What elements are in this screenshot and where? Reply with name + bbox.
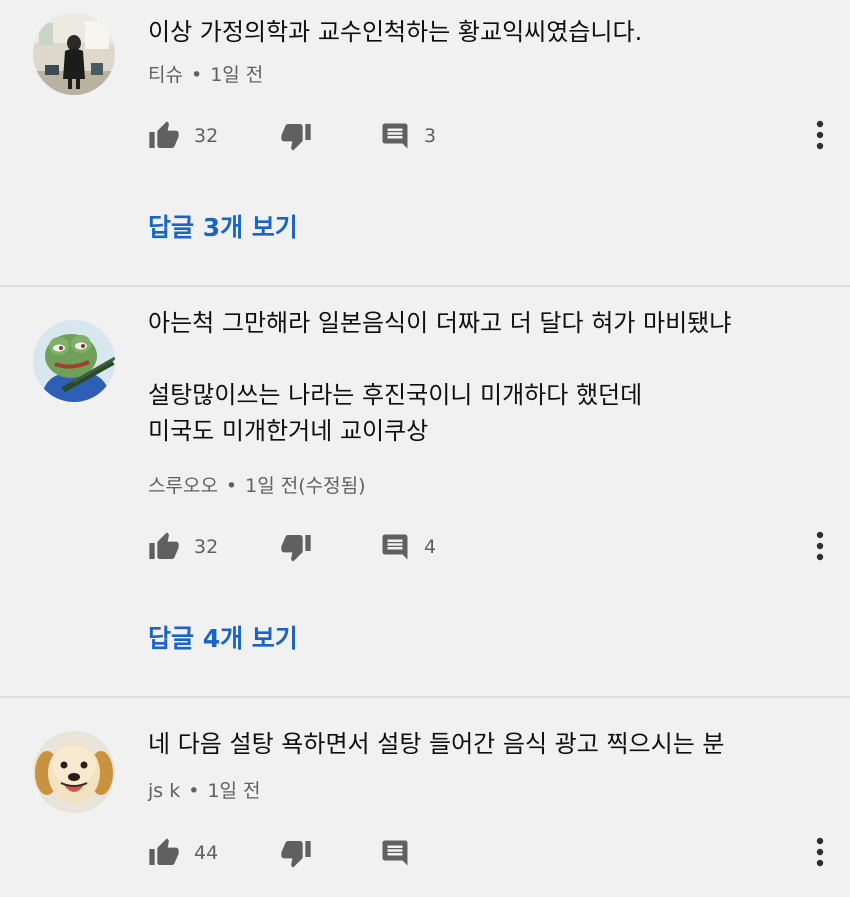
like-count: 32 [194,125,219,147]
separator-dot: • [188,780,200,802]
comment-meta: 티슈 • 1일 전 [148,60,263,87]
like-button[interactable]: 44 [148,833,218,873]
thumb-up-icon [148,531,180,563]
more-options-button[interactable] [816,531,824,565]
thumb-down-icon [280,531,312,563]
comment-line-gap [148,341,820,377]
dislike-button[interactable] [280,527,312,567]
avatar[interactable] [33,731,115,813]
view-replies-link[interactable]: 답글 3개 보기 [148,208,298,244]
thumb-up-icon [148,837,180,869]
comment-icon [380,532,410,562]
author-name[interactable]: 스루오오 [148,475,218,497]
comment-time[interactable]: 1일 전(수정됨) [245,475,365,497]
separator-dot: • [190,64,203,86]
avatar[interactable] [33,320,115,402]
comment-item: 아는척 그만해라 일본음식이 더짜고 더 달다 혀가 마비됐냐 설탕많이쓰는 나… [0,287,850,696]
dislike-button[interactable] [280,833,312,873]
comment-line: 네 다음 설탕 욕하면서 설탕 들어간 음식 광고 찍으시는 분 [148,730,725,758]
comment-text: 아는척 그만해라 일본음식이 더짜고 더 달다 혀가 마비됐냐 설탕많이쓰는 나… [148,305,820,449]
avatar[interactable] [33,13,115,95]
thumb-down-icon [280,120,312,152]
action-bar: 32 4 [148,527,850,567]
comment-time[interactable]: 1일 전 [210,64,263,86]
comment-text: 이상 가정의학과 교수인척하는 황교익씨였습니다. [148,14,820,50]
view-replies-link[interactable]: 답글 4개 보기 [148,619,298,655]
comment-meta: js k • 1일 전 [148,776,261,803]
author-name[interactable]: js k [148,780,180,802]
more-vert-icon [816,837,824,871]
more-vert-icon [816,531,824,565]
reply-count: 4 [424,536,437,558]
like-count: 32 [194,536,219,558]
separator-dot: • [225,475,238,497]
comment-icon [380,838,410,868]
comment-line: 아는척 그만해라 일본음식이 더짜고 더 달다 혀가 마비됐냐 [148,309,732,337]
like-button[interactable]: 32 [148,527,218,567]
comment-line: 이상 가정의학과 교수인척하는 황교익씨였습니다. [148,18,643,46]
like-button[interactable]: 32 [148,116,218,156]
more-options-button[interactable] [816,120,824,154]
reply-button[interactable] [380,833,410,873]
dislike-button[interactable] [280,116,312,156]
comment-line: 미국도 미개한거네 교이쿠상 [148,417,429,445]
comment-line: 설탕많이쓰는 나라는 후진국이니 미개하다 했던데 [148,381,643,409]
thumb-down-icon [280,837,312,869]
comment-item: 이상 가정의학과 교수인척하는 황교익씨였습니다. 티슈 • 1일 전 32 3 [0,0,850,285]
comment-text: 네 다음 설탕 욕하면서 설탕 들어간 음식 광고 찍으시는 분 [148,726,820,762]
action-bar: 44 [148,833,850,873]
reply-button[interactable]: 4 [380,527,436,567]
thumb-up-icon [148,120,180,152]
more-vert-icon [816,120,824,154]
reply-button[interactable]: 3 [380,116,436,156]
comment-item: 네 다음 설탕 욕하면서 설탕 들어간 음식 광고 찍으시는 분 js k • 1일… [0,698,850,897]
comment-time[interactable]: 1일 전 [207,780,260,802]
comment-icon [380,121,410,151]
like-count: 44 [194,842,219,864]
author-name[interactable]: 티슈 [148,64,183,86]
more-options-button[interactable] [816,837,824,871]
reply-count: 3 [424,125,437,147]
action-bar: 32 3 [148,116,850,156]
comment-meta: 스루오오 • 1일 전(수정됨) [148,471,366,498]
